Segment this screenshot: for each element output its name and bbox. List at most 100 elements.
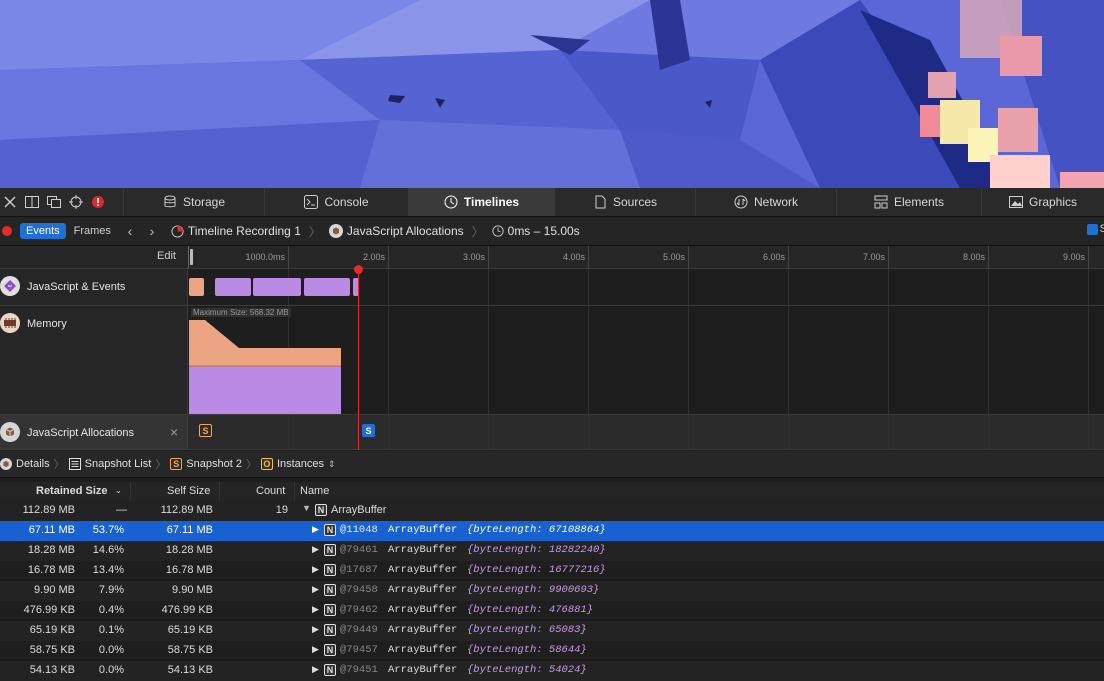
breadcrumb-recording[interactable]: Timeline Recording 1 xyxy=(188,224,301,238)
disclosure-collapsed-icon[interactable]: ▶ xyxy=(312,564,319,575)
filter-checkbox[interactable] xyxy=(1087,224,1098,235)
table-row[interactable]: 9.90 MB 7.9% 9.90 MB ▶ N @79458 ArrayBuffer {by… xyxy=(0,581,1104,601)
tab-label: Console xyxy=(324,195,369,209)
disclosure-collapsed-icon[interactable]: ▶ xyxy=(312,604,319,615)
ruler-tick: 1000.0ms xyxy=(245,246,289,268)
script-event-bar[interactable] xyxy=(215,278,251,296)
breadcrumb-instrument[interactable]: JavaScript Allocations xyxy=(347,224,464,238)
edit-instruments-button[interactable]: Edit xyxy=(157,250,176,262)
back-arrow-icon[interactable]: ‹ xyxy=(119,223,141,239)
table-row[interactable]: 65.19 KB 0.1% 65.19 KB ▶ N @79449 ArrayBuffer {… xyxy=(0,621,1104,641)
object-preview: {byteLength: 58644} xyxy=(467,644,587,656)
node-badge: N xyxy=(324,664,336,676)
timeline-navigation-bar: Events Frames ‹ › Timeline Recording 1 〉… xyxy=(0,217,1104,246)
disclosure-collapsed-icon[interactable]: ▶ xyxy=(312,544,319,555)
disclosure-collapsed-icon[interactable]: ▶ xyxy=(312,524,319,535)
lane-label: Memory xyxy=(27,318,67,330)
close-icon[interactable] xyxy=(2,194,18,210)
lane-javascript-allocations[interactable]: JavaScript Allocations × S S xyxy=(0,415,1104,450)
retained-percent: 7.9% xyxy=(98,584,124,596)
snapshot-list-crumb[interactable]: Snapshot List xyxy=(68,458,151,470)
events-toggle[interactable]: Events xyxy=(20,223,66,239)
disclosure-collapsed-icon[interactable]: ▶ xyxy=(312,644,319,655)
ruler-tick: 8.00s xyxy=(963,246,989,268)
tab-timelines[interactable]: Timelines xyxy=(409,188,555,216)
record-button[interactable] xyxy=(2,226,12,236)
layout-event-bar[interactable] xyxy=(189,278,204,296)
retained-percent: 13.4% xyxy=(92,564,124,576)
column-retained-size[interactable]: Retained Size xyxy=(36,485,108,497)
error-badge-icon[interactable] xyxy=(90,194,106,210)
retained-percent: 14.6% xyxy=(92,544,124,556)
timelines-icon xyxy=(444,195,458,209)
breadcrumb-separator: 〉 xyxy=(471,224,484,239)
script-event-bar[interactable] xyxy=(304,278,350,296)
inspect-element-icon[interactable] xyxy=(68,194,84,210)
table-row[interactable]: 67.11 MB 53.7% 67.11 MB ▶ N @11048 ArrayBuffer… xyxy=(0,521,1104,541)
tab-console[interactable]: Console xyxy=(265,188,409,216)
recording-icon xyxy=(171,224,184,238)
snapshot-marker[interactable]: S xyxy=(199,424,212,437)
details-icon xyxy=(0,458,12,470)
tab-graphics[interactable]: Graphics xyxy=(982,188,1104,216)
table-row[interactable]: 16.78 MB 13.4% 16.78 MB ▶ N @17687 ArrayBuffer… xyxy=(0,561,1104,581)
snapshot-badge: S xyxy=(170,458,183,470)
lane-memory[interactable]: Memory Maximum Size: 568.32 MB xyxy=(0,306,1104,415)
object-id: @79449 xyxy=(340,624,378,636)
column-name[interactable]: Name xyxy=(300,485,329,497)
table-row[interactable]: 58.75 KB 0.0% 58.75 KB ▶ N @79457 ArrayBuffer {… xyxy=(0,641,1104,661)
snapshot-marker-selected[interactable]: S xyxy=(362,424,375,437)
node-badge: N xyxy=(324,564,336,576)
close-icon[interactable]: × xyxy=(170,424,178,440)
snapshot-crumb[interactable]: S Snapshot 2 xyxy=(170,458,242,470)
disclosure-expanded-icon[interactable]: ▼ xyxy=(302,503,311,513)
object-id: @17687 xyxy=(340,564,378,576)
disclosure-collapsed-icon[interactable]: ▶ xyxy=(312,664,319,675)
column-count[interactable]: Count xyxy=(256,485,285,497)
table-row[interactable]: 476.99 KB 0.4% 476.99 KB ▶ N @79462 ArrayBuffe… xyxy=(0,601,1104,621)
retained-size: 16.78 MB xyxy=(27,564,75,576)
disclosure-collapsed-icon[interactable]: ▶ xyxy=(312,624,319,635)
disclosure-collapsed-icon[interactable]: ▶ xyxy=(312,584,319,595)
time-range[interactable]: 0ms – 15.00s xyxy=(508,224,580,238)
storage-icon xyxy=(164,195,176,208)
allocations-icon xyxy=(0,422,20,442)
object-preview: {byteLength: 65083} xyxy=(467,624,587,636)
object-id: @11048 xyxy=(340,524,378,536)
details-crumb[interactable]: Details xyxy=(0,458,50,470)
details-label: Details xyxy=(16,458,50,470)
ruler-tick: 5.00s xyxy=(663,246,689,268)
tab-elements[interactable]: Elements xyxy=(837,188,982,216)
table-header: Retained Size ⌄ Self Size Count Name xyxy=(0,482,1104,502)
node-badge: N xyxy=(324,624,336,636)
tab-storage[interactable]: Storage xyxy=(124,188,265,216)
instances-selector[interactable]: O Instances ⇕ xyxy=(260,458,336,470)
object-class: ArrayBuffer xyxy=(388,564,458,576)
object-preview: {byteLength: 9900693} xyxy=(467,584,600,596)
ruler-tick: 3.00s xyxy=(463,246,489,268)
memory-icon xyxy=(0,313,20,333)
forward-arrow-icon[interactable]: › xyxy=(141,223,163,239)
script-event-bar[interactable] xyxy=(253,278,301,296)
timeline-ruler: Edit 1000.0ms 2.00s 3.00s 4.00s 5.00s 6.… xyxy=(0,246,1104,269)
node-badge: N xyxy=(324,604,336,616)
object-preview: {byteLength: 16777216} xyxy=(467,564,606,576)
object-class: ArrayBuffer xyxy=(388,544,458,556)
object-class: ArrayBuffer xyxy=(388,624,458,636)
tab-sources[interactable]: Sources xyxy=(555,188,696,216)
dock-side-icon[interactable] xyxy=(24,194,40,210)
playhead[interactable] xyxy=(358,268,359,450)
object-preview: {byteLength: 54024} xyxy=(467,664,587,676)
table-row-group[interactable]: 112.89 MB — 112.89 MB 19 ▼ N ArrayBuffer xyxy=(0,501,1104,521)
lane-javascript-events[interactable]: JavaScript & Events xyxy=(0,269,1104,306)
undock-icon[interactable] xyxy=(46,194,62,210)
ruler-tick: 6.00s xyxy=(763,246,789,268)
tab-label: Sources xyxy=(612,195,658,209)
object-class: ArrayBuffer xyxy=(388,664,458,676)
frames-toggle[interactable]: Frames xyxy=(66,223,119,239)
tab-network[interactable]: Network xyxy=(696,188,837,216)
playhead-handle[interactable] xyxy=(354,265,363,274)
column-self-size[interactable]: Self Size xyxy=(167,485,210,497)
table-row[interactable]: 18.28 MB 14.6% 18.28 MB ▶ N @79461 ArrayBuffer… xyxy=(0,541,1104,561)
table-row[interactable]: 54.13 KB 0.0% 54.13 KB ▶ N @79451 ArrayBuffer {… xyxy=(0,661,1104,681)
